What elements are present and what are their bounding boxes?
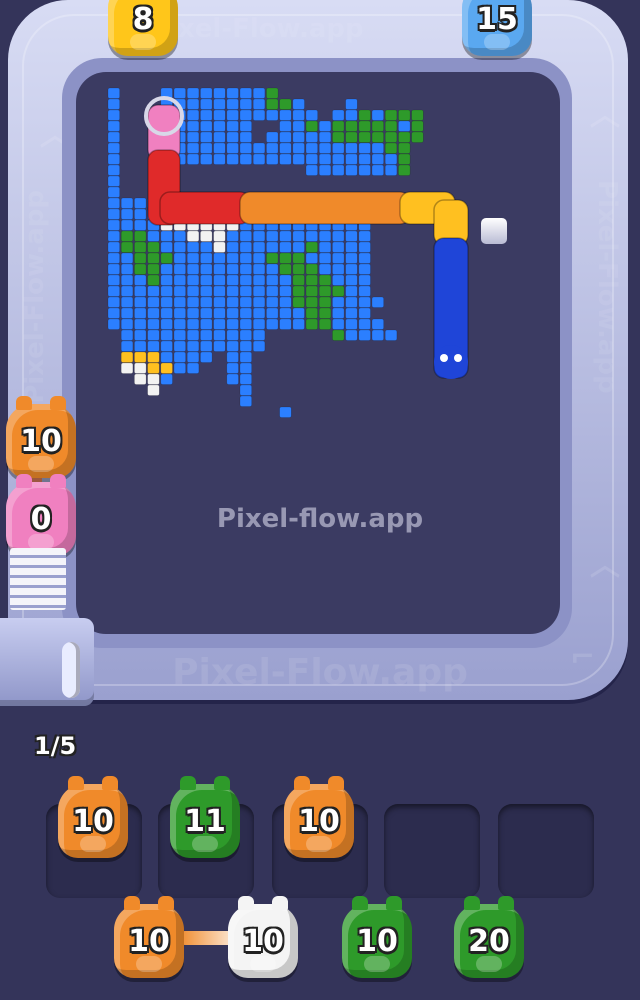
- watermark: Pixel-flow.app: [216, 504, 424, 534]
- pig-shooter-pink[interactable]: 0: [6, 474, 76, 556]
- pig-shooter-yellow[interactable]: 8: [108, 0, 178, 56]
- pig-ammo-count: 20: [468, 924, 510, 959]
- game-board: [76, 72, 560, 634]
- pig-ammo-count: 8: [132, 2, 154, 37]
- queue-pig-green[interactable]: 10: [342, 896, 412, 978]
- slot-pig-orange[interactable]: 10: [284, 776, 354, 858]
- track-watermark-right: Pixel-Flow.app: [592, 180, 622, 394]
- pig-ammo-count: 10: [242, 924, 284, 959]
- queue-progress: 1/5: [34, 732, 77, 760]
- pig-ammo-count: 10: [298, 804, 340, 839]
- chevron-up-icon: ︿: [590, 548, 620, 583]
- pipe-cap: [62, 642, 80, 698]
- queue-pig-orange[interactable]: 10: [114, 896, 184, 978]
- track-watermark-bottom: Pixel-Flow.app: [172, 652, 468, 693]
- holding-slot-4[interactable]: [384, 804, 480, 898]
- pig-ammo-count: 10: [128, 924, 170, 959]
- pig-ammo-count: 10: [20, 424, 62, 459]
- track-watermark-top: Pixel-Flow.app: [150, 14, 364, 44]
- chevron-up-icon: ︿: [590, 98, 620, 133]
- pig-ammo-count: 0: [30, 502, 52, 537]
- queue-pig-green[interactable]: 20: [454, 896, 524, 978]
- holding-slot-5[interactable]: [498, 804, 594, 898]
- pig-shooter-blue[interactable]: 15: [462, 0, 532, 56]
- pig-ammo-count: 15: [476, 2, 518, 37]
- stray-block: [481, 218, 507, 244]
- pig-ammo-count: 10: [356, 924, 398, 959]
- track-watermark-left: Pixel-Flow.app: [20, 190, 50, 404]
- pig-shooter-orange[interactable]: 10: [6, 396, 76, 478]
- slot-pig-orange[interactable]: 10: [58, 776, 128, 858]
- slot-pig-green[interactable]: 11: [170, 776, 240, 858]
- pig-ammo-count: 10: [72, 804, 114, 839]
- pig-ammo-count: 11: [184, 804, 226, 839]
- queue-pig-white[interactable]: 10: [228, 896, 298, 978]
- entry-ramp: [10, 548, 66, 610]
